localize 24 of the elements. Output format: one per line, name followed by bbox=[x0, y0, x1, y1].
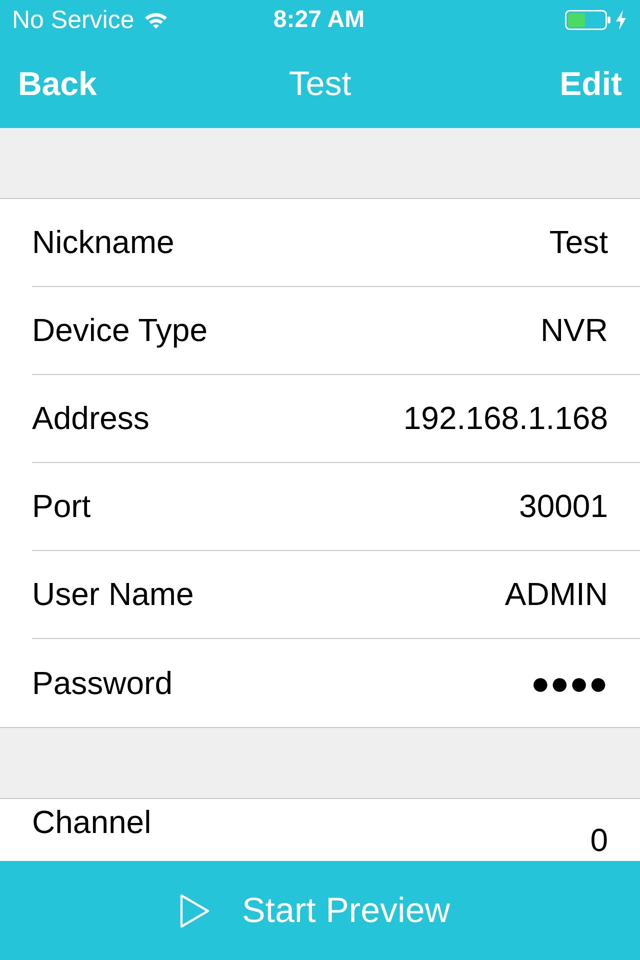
play-icon bbox=[180, 894, 210, 928]
battery-icon bbox=[565, 10, 611, 30]
row-value: NVR bbox=[540, 312, 608, 349]
back-button[interactable]: Back bbox=[18, 64, 97, 104]
row-value: 192.168.1.168 bbox=[403, 400, 608, 437]
row-label: Port bbox=[32, 488, 91, 525]
status-time: 8:27 AM bbox=[273, 5, 365, 35]
row-label: Nickname bbox=[32, 224, 174, 261]
row-value: 30001 bbox=[519, 488, 608, 525]
row-value: 0 bbox=[590, 822, 608, 858]
wifi-icon bbox=[144, 11, 168, 29]
start-preview-button[interactable]: Start Preview bbox=[0, 861, 640, 960]
nav-title: Test bbox=[288, 64, 352, 104]
row-label: Address bbox=[32, 400, 150, 437]
row-value: ADMIN bbox=[504, 576, 608, 613]
edit-button[interactable]: Edit bbox=[560, 64, 622, 104]
charging-bolt-icon bbox=[616, 10, 626, 30]
row-label: Channel bbox=[32, 803, 152, 841]
row-label: Password bbox=[32, 664, 172, 702]
carrier-text: No Service bbox=[12, 5, 134, 35]
row-value: ●●●● bbox=[530, 664, 608, 702]
row-label: Device Type bbox=[32, 312, 208, 349]
row-label: User Name bbox=[32, 576, 194, 613]
row-value: Test bbox=[549, 224, 608, 261]
